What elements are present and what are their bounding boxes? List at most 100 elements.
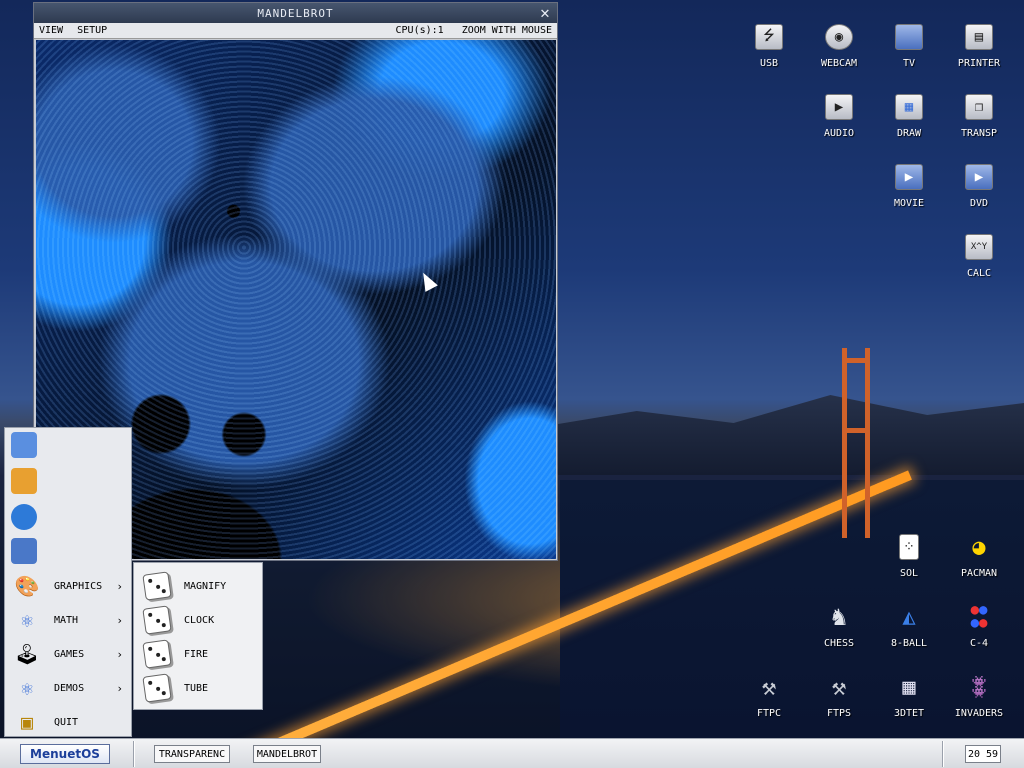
desktop-icon-ftpc[interactable]: ⚒ FTPC: [737, 672, 801, 728]
desktop-icon-c-4[interactable]: ●● ●● C-4: [947, 602, 1011, 658]
menu-item-graphics[interactable]: 🎨 GRAPHICS ›: [5, 571, 133, 601]
menu-item-label: QUIT: [54, 716, 79, 728]
desktop-icon-audio[interactable]: ▶ AUDIO: [807, 92, 871, 148]
connect-four-icon: ●● ●●: [970, 602, 988, 631]
pacman-icon: ◕: [972, 534, 986, 560]
desktop-icon-webcam[interactable]: ◉ WEBCAM: [807, 22, 871, 78]
webcam-icon: ◉: [824, 22, 854, 52]
desktop-icon-8-ball[interactable]: ◭ 8-BALL: [877, 602, 941, 658]
clock: 20 59: [965, 745, 1001, 763]
desktop-icon-dvd[interactable]: ▶ DVD: [947, 162, 1011, 218]
task-button-mandelbrot[interactable]: MANDELBROT: [253, 745, 321, 763]
printer-icon: ▤: [964, 22, 994, 52]
desktop-icon-pacman[interactable]: ◕ PACMAN: [947, 532, 1011, 588]
desktop-icon-label: 3DTET: [893, 708, 925, 719]
desktop-icon-label: 8-BALL: [890, 638, 928, 649]
start-button[interactable]: MenuetOS: [20, 744, 110, 764]
taskbar-separator: [133, 741, 135, 767]
tv-icon: [894, 22, 924, 52]
submenu-item-clock[interactable]: CLOCK: [134, 605, 262, 635]
desktop-icon-3dtet[interactable]: ▦ 3DTET: [877, 672, 941, 728]
calculator-icon: X^Y: [964, 232, 994, 262]
zoom-hint: ZOOM WITH MOUSE: [461, 25, 552, 36]
taskbar: MenuetOS TRANSPARENC MANDELBROT 20 59: [0, 738, 1024, 768]
desktop-icon-label: DRAW: [896, 128, 922, 139]
desktop-icon-calc[interactable]: X^Y CALC: [947, 232, 1011, 288]
chevron-right-icon: ›: [116, 613, 123, 627]
transparency-icon: ❐: [964, 92, 994, 122]
submenu-item-label: FIRE: [184, 648, 209, 660]
desktop-icon-label: TV: [902, 58, 916, 69]
window-menu-bar: VIEW SETUP CPU(s):1 ZOOM WITH MOUSE: [34, 23, 557, 39]
desktop-icon-label: PACMAN: [960, 568, 998, 579]
desktop-icon-label: WEBCAM: [820, 58, 858, 69]
desktop-icon-label: FTPC: [756, 708, 782, 719]
dice-icon: [142, 571, 172, 601]
submenu-item-label: MAGNIFY: [184, 580, 227, 592]
background-hills: [540, 395, 1024, 475]
menu-item-math[interactable]: ⚛ MATH ›: [5, 605, 133, 635]
desktop-icon-invaders[interactable]: 👾 👾 INVADERS: [947, 672, 1011, 728]
molecule-icon: ⚛: [20, 676, 34, 700]
desktop-icon-chess[interactable]: ♞ CHESS: [807, 602, 871, 658]
play-icon: ▶: [824, 92, 854, 122]
desktop-icon-movie[interactable]: ▶ MOVIE: [877, 162, 941, 218]
desktop-icon-sol[interactable]: ⁘ SOL: [877, 532, 941, 588]
globe-icon[interactable]: [11, 504, 37, 530]
calc-glyph: X^Y: [965, 234, 993, 260]
start-menu: 🎨 GRAPHICS › ⚛ MATH › 🕹 GAMES › ⚛ DEMOS …: [4, 427, 132, 737]
desktop-icon-usb[interactable]: ⭍ USB: [737, 22, 801, 78]
menu-item-label: GAMES: [54, 648, 85, 660]
submenu-item-label: TUBE: [184, 682, 209, 694]
desktop-icon-label: MOVIE: [893, 198, 925, 209]
tools-icon: ⚒: [831, 673, 847, 701]
menu-setup[interactable]: SETUP: [77, 25, 107, 36]
speaker-icon[interactable]: [11, 538, 37, 564]
submenu-item-magnify[interactable]: MAGNIFY: [134, 571, 262, 601]
chevron-right-icon: ›: [116, 579, 123, 593]
draw-grid-icon: ▦: [894, 92, 924, 122]
desktop-icon-label: DVD: [969, 198, 989, 209]
submenu-item-label: CLOCK: [184, 614, 215, 626]
window-title: MANDELBROT: [257, 6, 334, 20]
window-title-bar[interactable]: MANDELBROT ✕: [34, 3, 557, 23]
joystick-icon: 🕹: [14, 642, 40, 666]
desktop-icon-draw[interactable]: ▦ DRAW: [877, 92, 941, 148]
menu-item-label: MATH: [54, 614, 79, 626]
desktop-icon-label: CHESS: [823, 638, 855, 649]
menu-view[interactable]: VIEW: [39, 25, 63, 36]
monitor-icon[interactable]: [11, 432, 37, 458]
submenu-item-tube[interactable]: TUBE: [134, 673, 262, 703]
desktop-icon-tv[interactable]: TV: [877, 22, 941, 78]
menu-item-demos[interactable]: ⚛ DEMOS ›: [5, 673, 133, 703]
grid-cube-icon: ▦: [902, 674, 916, 700]
desktop-icon-ftps[interactable]: ⚒ FTPS: [807, 672, 871, 728]
dvd-icon: ▶: [964, 162, 994, 192]
desktop-icon-printer[interactable]: ▤ PRINTER: [947, 22, 1011, 78]
home-icon[interactable]: [11, 468, 37, 494]
desktop-icon-label: INVADERS: [954, 708, 1004, 719]
desktop-icon-transp[interactable]: ❐ TRANSP: [947, 92, 1011, 148]
mouse-cursor-icon: [417, 269, 438, 292]
desktop-icon-label: C-4: [969, 638, 989, 649]
chevron-right-icon: ›: [116, 647, 123, 661]
dice-icon: [142, 673, 172, 703]
demos-submenu: MAGNIFY CLOCK FIRE TUBE: [133, 562, 263, 710]
palette-icon: 🎨: [14, 574, 40, 598]
menu-item-games[interactable]: 🕹 GAMES ›: [5, 639, 133, 669]
menu-item-label: GRAPHICS: [54, 580, 103, 592]
menu-item-quit[interactable]: ▣ QUIT: [5, 707, 133, 737]
cpu-count: CPU(s):1: [395, 25, 444, 36]
dice-icon: [142, 605, 172, 635]
desktop-icon-label: FTPS: [826, 708, 852, 719]
usb-icon: ⭍: [754, 22, 784, 52]
close-icon[interactable]: ✕: [537, 5, 553, 21]
tools-icon: ⚒: [761, 673, 777, 701]
molecule-icon: ⚛: [20, 608, 34, 632]
desktop-icon-label: AUDIO: [823, 128, 855, 139]
task-button-transparenc[interactable]: TRANSPARENC: [154, 745, 230, 763]
submenu-item-fire[interactable]: FIRE: [134, 639, 262, 669]
playing-card-icon: ⁘: [894, 532, 924, 562]
billiard-balls-icon: ◭: [902, 604, 916, 630]
dice-icon: [142, 639, 172, 669]
